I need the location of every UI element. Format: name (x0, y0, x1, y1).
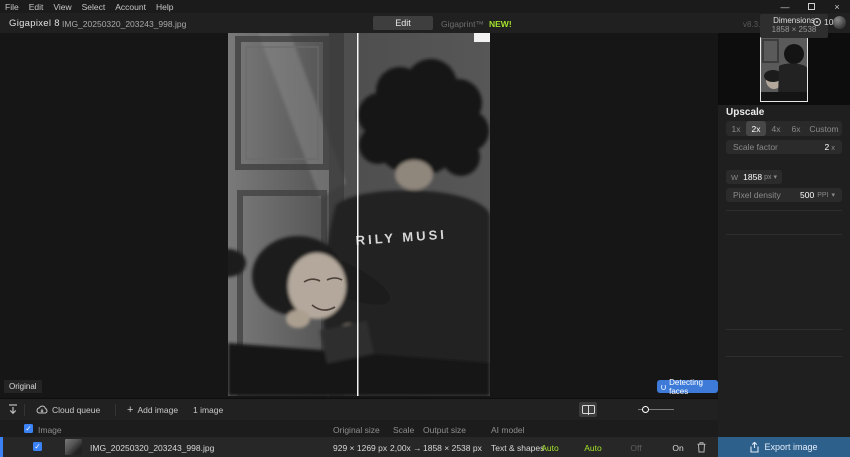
download-button[interactable] (8, 399, 18, 420)
col-scale: Scale (393, 425, 414, 435)
cloud-queue-label: Cloud queue (52, 405, 100, 415)
select-all-checkbox[interactable]: ✓ (24, 424, 33, 433)
detecting-faces-text: Detecting faces (669, 378, 712, 396)
app-title: Gigapixel 8 (9, 18, 60, 29)
trash-icon (697, 442, 706, 453)
account-avatar[interactable] (833, 16, 846, 29)
spinner-icon (661, 384, 666, 390)
minimize-button[interactable]: — (772, 2, 798, 12)
detecting-faces-badge: Detecting faces (657, 380, 718, 393)
row-ai-model[interactable]: Text & shapes (491, 443, 544, 453)
split-view-icon (582, 405, 595, 414)
scale-factor-label: Scale factor (733, 142, 778, 152)
queue-table-header: ✓ Image Original size Scale Output size … (0, 420, 718, 437)
row-scale: 2,00x → (390, 443, 422, 453)
gigapixel-window: File Edit View Select Account Help — × G… (0, 0, 850, 457)
add-image-button[interactable]: + Add image (127, 399, 178, 420)
row-gamma-value[interactable]: On (668, 443, 688, 453)
col-ai-model: AI model (491, 425, 525, 435)
scale-mode-2x[interactable]: 2x (746, 121, 766, 136)
row-face-recovery-value[interactable]: Off (626, 443, 646, 453)
width-unit: px (764, 174, 771, 181)
split-view-button[interactable] (579, 402, 597, 417)
maximize-button[interactable] (798, 2, 824, 12)
pixel-density-label: Pixel density (733, 190, 781, 200)
export-icon (750, 442, 759, 453)
queue-table-row[interactable]: ✓ IMG_20250320_203243_998.jpg 929 × 1269… (0, 437, 718, 457)
zoom-slider[interactable] (638, 409, 674, 410)
menu-file[interactable]: File (0, 2, 24, 12)
menu-help[interactable]: Help (151, 2, 178, 12)
new-badge: NEW! (489, 19, 512, 29)
col-image: Image (38, 425, 62, 435)
image-count: 1 image (193, 399, 223, 420)
cloud-queue-button[interactable]: Cloud queue (36, 399, 100, 420)
export-image-button[interactable]: Export image (718, 437, 850, 457)
navigator-panel (718, 33, 850, 105)
row-checkbox[interactable]: ✓ (33, 442, 42, 451)
open-filename: IMG_20250320_203243_998.jpg (62, 19, 186, 29)
image-count-label: 1 image (193, 405, 223, 415)
width-label: W (731, 173, 738, 182)
cloud-icon (36, 405, 48, 414)
export-label: Export image (764, 442, 817, 452)
gigaprint-tab[interactable]: Gigaprint™ (441, 19, 484, 29)
menu-select[interactable]: Select (77, 2, 111, 12)
plus-icon: + (127, 404, 133, 416)
scale-factor-unit: x (831, 143, 835, 152)
close-button[interactable]: × (824, 2, 850, 12)
scale-mode-1x[interactable]: 1x (726, 121, 746, 136)
photo-preview[interactable]: RILY MUSI (228, 33, 490, 396)
row-thumbnail (65, 439, 82, 455)
row-selected-indicator (0, 437, 3, 457)
scale-mode-group: 1x 2x 4x 6x Custom (726, 121, 842, 136)
scale-mode-custom[interactable]: Custom (806, 121, 842, 136)
pixel-density-dropdown-icon[interactable]: ▾ (831, 191, 835, 199)
col-output-size: Output size (423, 425, 466, 435)
scale-mode-4x[interactable]: 4x (766, 121, 786, 136)
pixel-density-value: 500 (800, 190, 814, 200)
menu-edit[interactable]: Edit (24, 2, 49, 12)
pixel-density-field[interactable]: Pixel density 500 PPI ▾ (726, 188, 842, 202)
settings-sidebar: Upscale 1x 2x 4x 6x Custom Scale factor … (718, 33, 850, 437)
width-field[interactable]: W 1858 px ▾ (726, 170, 782, 184)
scale-factor-value: 2 (825, 142, 830, 152)
download-icon (8, 404, 18, 415)
header-bar: Gigapixel 8 IMG_20250320_203243_998.jpg … (0, 13, 850, 33)
split-divider (357, 33, 359, 396)
col-original-size: Original size (333, 425, 380, 435)
image-canvas[interactable]: RILY MUSI Original Detecting faces (0, 33, 718, 398)
row-output-size: 1858 × 2538 px (423, 443, 482, 453)
pixel-density-unit: PPI (817, 192, 828, 199)
bottom-toolbar: Cloud queue + Add image 1 image − + 32% … (0, 398, 718, 420)
edit-tab-button[interactable]: Edit (373, 16, 433, 30)
menu-bar: File Edit View Select Account Help (0, 0, 850, 13)
window-controls: — × (772, 0, 850, 13)
row-delete-button[interactable] (697, 442, 706, 455)
scale-factor-field[interactable]: Scale factor 2 x (726, 140, 842, 154)
row-denoise-value[interactable]: Auto (583, 443, 603, 453)
credits-icon (813, 18, 821, 26)
upscale-section-title: Upscale (726, 107, 764, 118)
original-view-label: Original (4, 380, 42, 393)
width-value: 1858 (743, 172, 762, 182)
menu-account[interactable]: Account (110, 2, 151, 12)
maximize-icon (808, 3, 815, 10)
navigator-thumbnail[interactable] (760, 37, 808, 102)
row-original-size: 929 × 1269 px (333, 443, 387, 453)
zoom-slider-knob[interactable] (642, 406, 649, 413)
row-filename: IMG_20250320_203243_998.jpg (90, 443, 214, 453)
width-unit-dropdown-icon[interactable]: ▾ (773, 173, 777, 181)
scale-mode-6x[interactable]: 6x (786, 121, 806, 136)
row-sharpen-value[interactable]: Auto (540, 443, 560, 453)
menu-view[interactable]: View (48, 2, 76, 12)
add-image-label: Add image (137, 405, 178, 415)
